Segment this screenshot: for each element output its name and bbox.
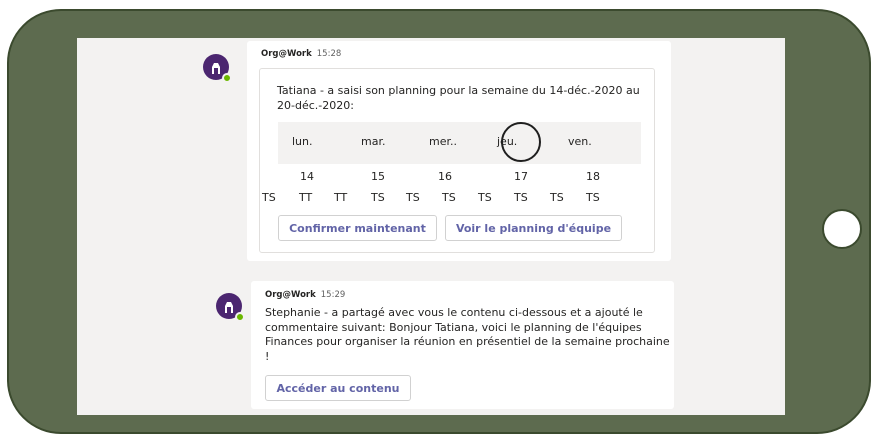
days-header: lun. mar. mer.. jeu. ven. — [278, 122, 641, 164]
shift-label: TS — [262, 191, 276, 204]
org-work-logo — [212, 63, 220, 74]
day-label: mar. — [361, 135, 386, 148]
shift-label: TS — [442, 191, 456, 204]
sender-name: Org@Work — [261, 49, 312, 59]
touch-cursor-indicator — [501, 122, 541, 162]
message-meta: Org@Work 15:28 — [261, 49, 341, 59]
shift-label: TS — [514, 191, 528, 204]
date-label: 14 — [300, 170, 314, 183]
message-time: 15:28 — [316, 49, 342, 59]
shift-label: TS — [406, 191, 420, 204]
day-label: lun. — [292, 135, 313, 148]
access-content-button[interactable]: Accéder au contenu — [265, 375, 411, 401]
chat-screen: Org@Work 15:28 Tatiana - a saisi son plan… — [77, 38, 785, 415]
message-card-1: Org@Work 15:28 Tatiana - a saisi son plan… — [247, 41, 671, 261]
shift-label: TS — [586, 191, 600, 204]
message-time: 15:29 — [320, 290, 346, 300]
shift-label: TS — [478, 191, 492, 204]
view-team-planning-button[interactable]: Voir le planning d'équipe — [445, 215, 622, 241]
shared-content-message-text: Stephanie - a partagé avec vous le conte… — [265, 306, 670, 363]
shift-label: TS — [550, 191, 564, 204]
day-label: mer.. — [429, 135, 457, 148]
sender-name: Org@Work — [265, 290, 316, 300]
org-work-bot-icon[interactable] — [203, 54, 232, 83]
schedule-message-text: Tatiana - a saisi son planning pour la s… — [277, 84, 640, 112]
schedule-card: Tatiana - a saisi son planning pour la s… — [259, 68, 655, 253]
shift-label: TT — [334, 191, 348, 204]
presence-available-icon — [222, 73, 232, 83]
org-work-bot-icon[interactable] — [216, 293, 245, 322]
date-label: 16 — [438, 170, 452, 183]
confirm-now-button[interactable]: Confirmer maintenant — [278, 215, 437, 241]
message-meta: Org@Work 15:29 — [265, 290, 345, 300]
date-label: 18 — [586, 170, 600, 183]
shift-label: TT — [299, 191, 313, 204]
phone-home-button[interactable] — [822, 209, 862, 249]
org-work-logo — [225, 302, 233, 313]
date-label: 15 — [371, 170, 385, 183]
day-label: ven. — [568, 135, 592, 148]
message-card-2: Org@Work 15:29 Stephanie - a partagé avec… — [251, 281, 674, 409]
shift-label: TS — [371, 191, 385, 204]
date-label: 17 — [514, 170, 528, 183]
presence-available-icon — [235, 312, 245, 322]
